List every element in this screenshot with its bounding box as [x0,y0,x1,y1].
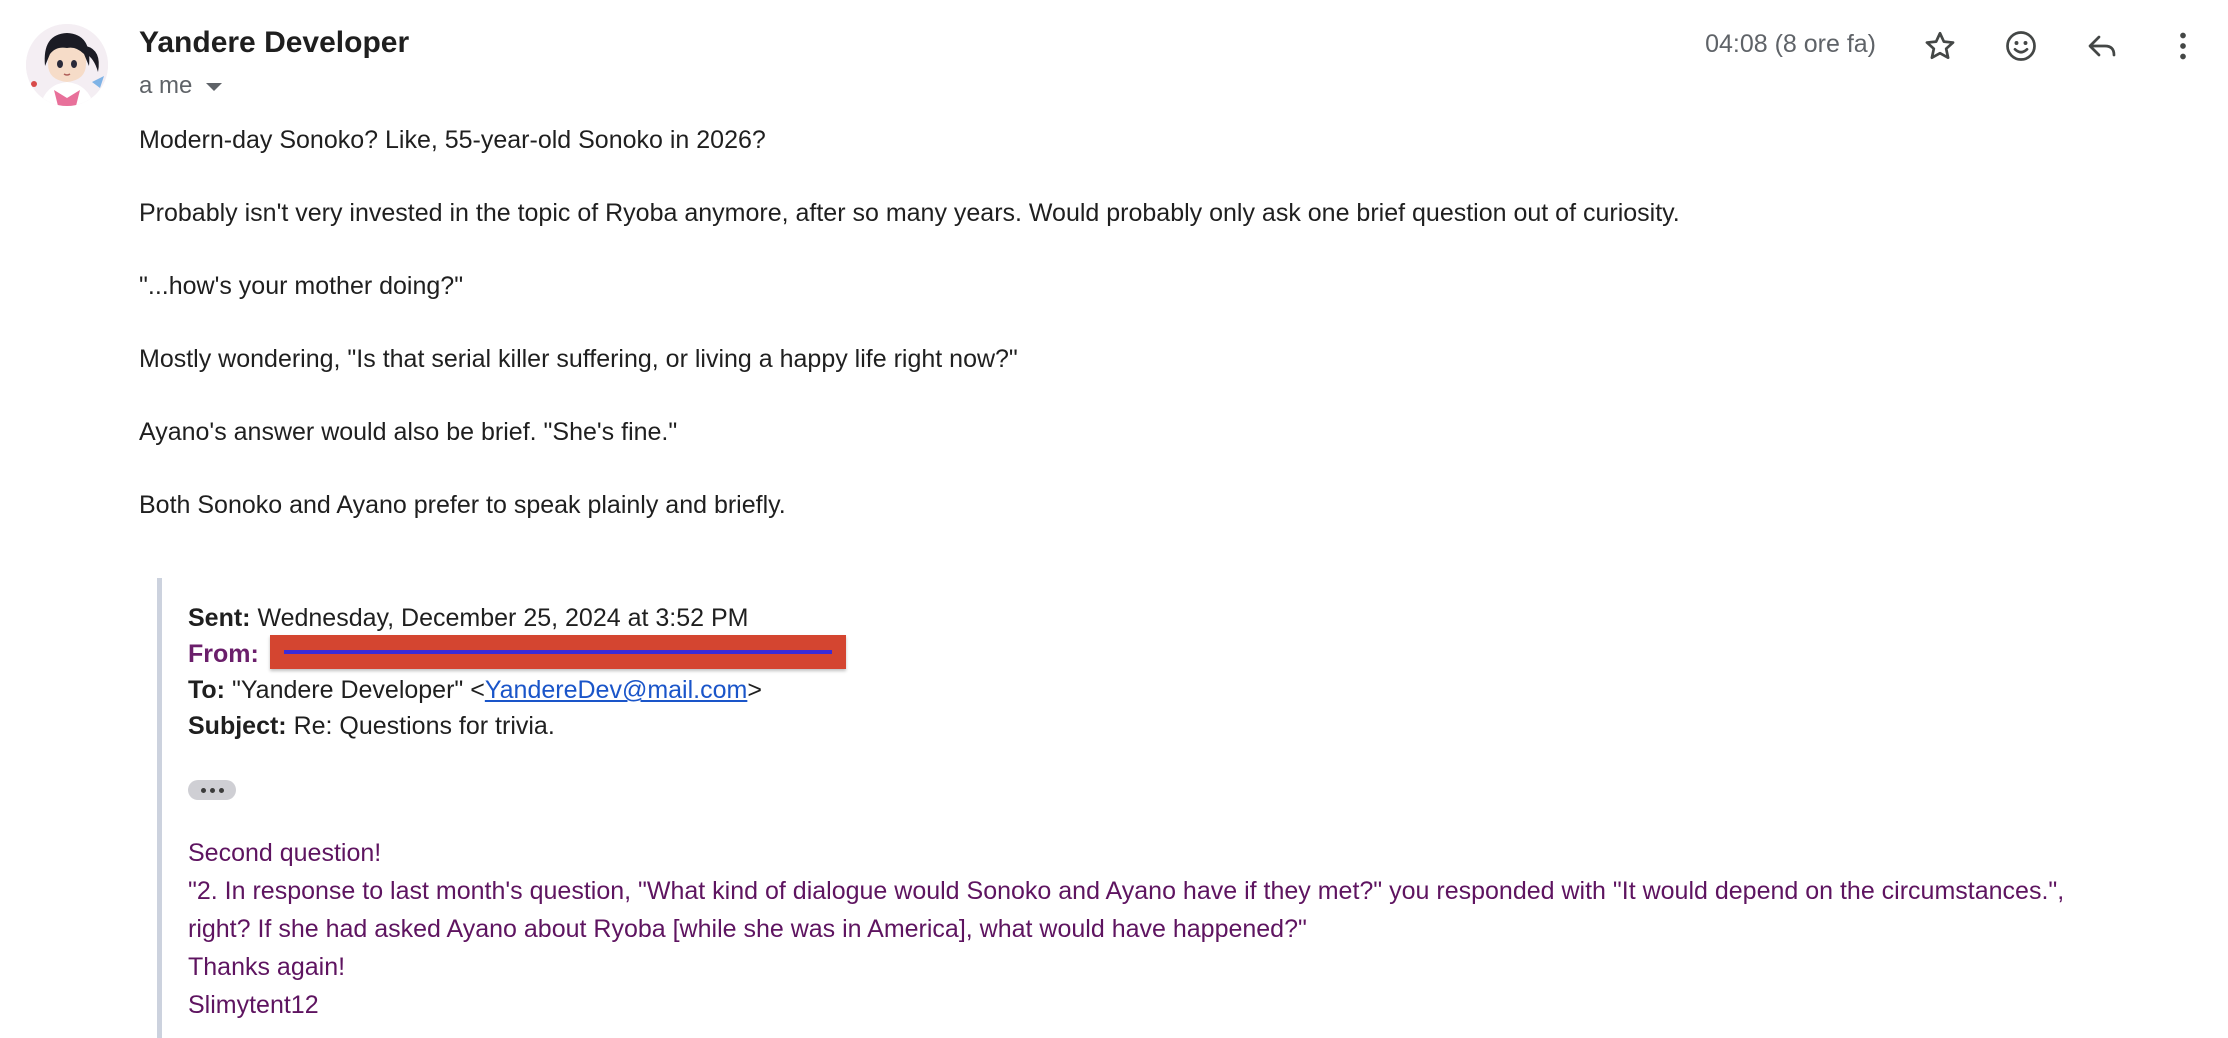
sent-label: Sent: [188,604,251,632]
emoji-icon [2006,31,2036,61]
body-paragraph: Modern-day Sonoko? Like, 55-year-old Son… [139,126,766,154]
body-paragraph: Ayano's answer would also be brief. "She… [139,418,678,446]
from-row: From: [188,635,846,672]
show-trimmed-content-button[interactable] [188,780,236,800]
quoted-line: Thanks again! [188,953,346,981]
to-label: To: [188,676,226,705]
dot-icon [209,787,215,793]
dot-icon [200,787,206,793]
avatar-image [26,24,108,106]
redaction-box [269,635,846,670]
to-row: To: "Yandere Developer" <YandereDev@mail… [188,672,846,708]
reply-icon [2088,35,2116,57]
caret-down-icon[interactable] [206,83,223,91]
quoted-body: Second question! "2. In response to last… [188,834,2228,1024]
subject-row: Subject: Re: Questions for trivia. [188,708,846,744]
to-close: > [747,676,762,705]
quoted-line: right? If she had asked Ayano about Ryob… [188,915,1307,943]
recipient-details-toggle[interactable]: a me [139,72,223,100]
sent-row: Sent: Wednesday, December 25, 2024 at 3:… [188,600,846,636]
subject-value: Re: Questions for trivia. [293,712,555,741]
more-options-button[interactable] [2159,22,2207,70]
reply-button[interactable] [2078,22,2126,70]
to-email-link[interactable]: YandereDev@mail.com [485,676,748,704]
add-reaction-button[interactable] [1997,22,2045,70]
more-vert-icon [2180,32,2186,60]
star-button[interactable] [1916,22,1964,70]
quoted-line: Slimytent12 [188,991,319,1019]
body-paragraph: Probably isn't very invested in the topi… [139,199,1680,227]
quoted-headers: Sent: Wednesday, December 25, 2024 at 3:… [188,600,846,744]
sender-name[interactable]: Yandere Developer [139,26,409,60]
message-timestamp: 04:08 (8 ore fa) [1705,30,1876,58]
quoted-message: Sent: Wednesday, December 25, 2024 at 3:… [157,578,2222,1038]
star-icon [1925,31,1955,60]
to-name: "Yandere Developer" < [231,676,485,705]
body-paragraph: "...how's your mother doing?" [139,272,464,300]
from-label: From: [188,640,259,668]
quoted-line: Second question! [188,839,382,867]
sent-value: Wednesday, December 25, 2024 at 3:52 PM [257,604,749,632]
message-body: Modern-day Sonoko? Like, 55-year-old Son… [139,122,2179,560]
avatar[interactable] [26,24,108,106]
quoted-line: "2. In response to last month's question… [188,877,2065,905]
body-paragraph: Both Sonoko and Ayano prefer to speak pl… [139,491,786,519]
subject-label: Subject: [188,712,287,741]
dot-icon [218,787,224,793]
recipient-label: a me [139,72,193,99]
body-paragraph: Mostly wondering, "Is that serial killer… [139,345,1018,373]
